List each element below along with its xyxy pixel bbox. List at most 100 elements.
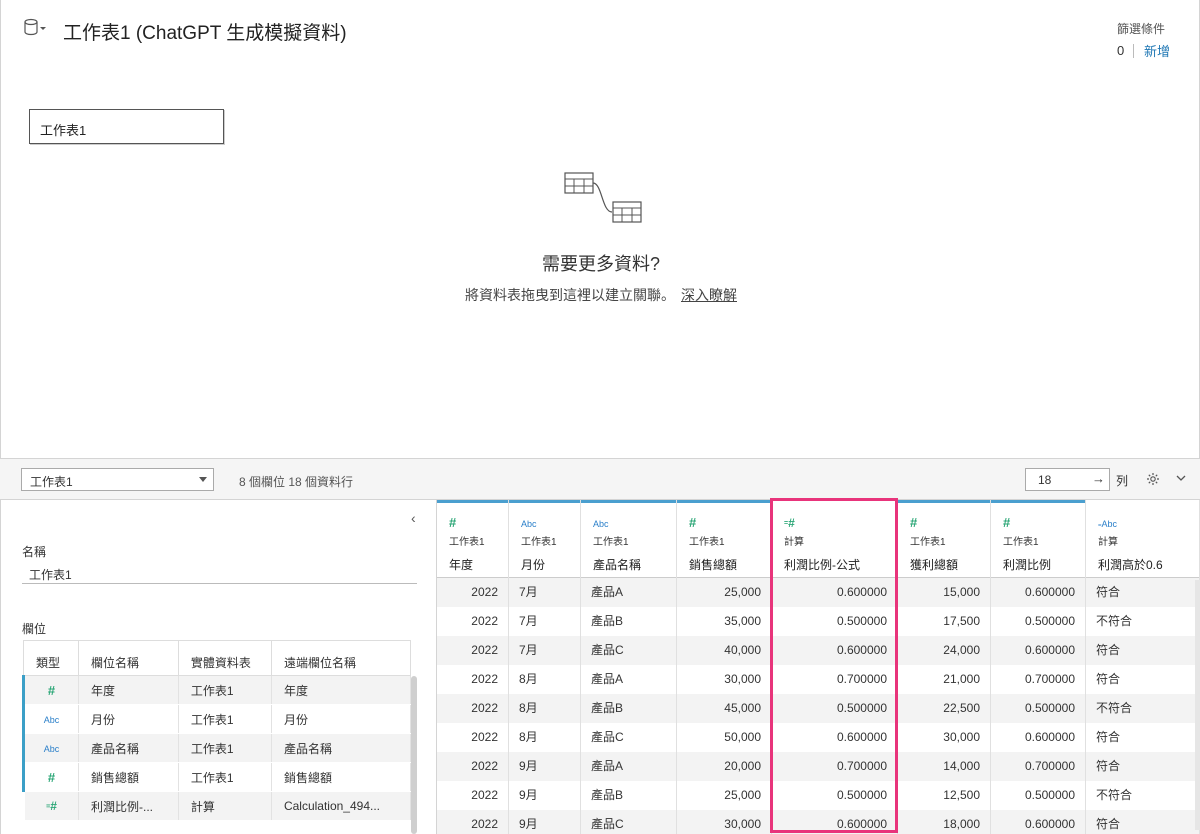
gear-icon[interactable]: [1146, 472, 1160, 486]
grid-cell: 0.700000: [772, 752, 897, 781]
add-filter-link[interactable]: 新增: [1144, 41, 1170, 60]
scrollbar[interactable]: [411, 676, 417, 834]
table-select-value: 工作表1: [30, 475, 73, 489]
remote-field: 年度: [271, 675, 412, 705]
grid-cell: 0.700000: [991, 752, 1085, 781]
column-name[interactable]: 銷售總額: [689, 556, 771, 573]
logical-table-chip[interactable]: 工作表1: [29, 109, 224, 144]
grid-toolbar: 工作表1 8 個欄位 18 個資料行 18 → 列: [0, 458, 1200, 500]
scrollbar[interactable]: [1195, 580, 1200, 830]
grid-cell: 22,500: [898, 694, 990, 723]
calculated-number-type-icon[interactable]: =#: [784, 515, 897, 531]
divider: [1133, 43, 1134, 58]
chevron-down-icon[interactable]: [1175, 472, 1187, 484]
drag-hint: 將資料表拖曳到這裡以建立關聯。 深入瞭解: [1, 285, 1200, 305]
table-row[interactable]: Abc 月份 工作表1 月份: [22, 704, 412, 734]
field-name[interactable]: 年度: [78, 675, 179, 705]
column-name[interactable]: 產品名稱: [593, 556, 676, 573]
column-header[interactable]: Abc 工作表1 月份: [509, 500, 580, 578]
data-source-title[interactable]: 工作表1 (ChatGPT 生成模擬資料): [63, 18, 347, 45]
data-grid: # 工作表1 年度 2022 2022 2022 2022 2022 2022 2022 2022 2…: [436, 500, 1200, 834]
grid-cell: 符合: [1086, 723, 1199, 752]
table-row[interactable]: # 銷售總額 工作表1 銷售總額: [22, 762, 412, 792]
column-header[interactable]: # 工作表1 銷售總額: [677, 500, 771, 578]
grid-cell: 17,500: [898, 607, 990, 636]
field-name[interactable]: 利潤比例-...: [78, 791, 179, 821]
physical-table: 工作表1: [178, 762, 272, 792]
grid-cell: 30,000: [677, 810, 771, 834]
arrow-right-icon[interactable]: →: [1092, 471, 1105, 486]
collapse-panel-icon[interactable]: ‹: [411, 510, 416, 526]
drag-hint-text: 將資料表拖曳到這裡以建立關聯。: [465, 287, 675, 303]
physical-table: 工作表1: [178, 704, 272, 734]
column-name[interactable]: 月份: [521, 556, 580, 573]
calculated-number-type-icon[interactable]: =#: [22, 791, 79, 821]
grid-cell: 產品C: [581, 723, 676, 752]
grid-cell: 2022: [437, 810, 508, 834]
grid-cell: 產品C: [581, 636, 676, 665]
learn-more-link[interactable]: 深入瞭解: [681, 287, 737, 303]
grid-cell: 0.500000: [772, 694, 897, 723]
grid-cell: 產品B: [581, 694, 676, 723]
string-type-icon[interactable]: Abc: [22, 704, 79, 734]
number-type-icon[interactable]: #: [1003, 515, 1085, 531]
grid-cell: 35,000: [677, 607, 771, 636]
rows-input[interactable]: 18 →: [1025, 468, 1110, 491]
grid-cell: 14,000: [898, 752, 990, 781]
field-name[interactable]: 銷售總額: [78, 762, 179, 792]
column-header-type[interactable]: 類型: [23, 640, 79, 676]
column-header[interactable]: # 工作表1 利潤比例: [991, 500, 1085, 578]
remote-field: 月份: [271, 704, 412, 734]
string-type-icon[interactable]: Abc: [521, 515, 580, 531]
table-row[interactable]: Abc 產品名稱 工作表1 產品名稱: [22, 733, 412, 763]
remote-field: Calculation_494...: [271, 791, 412, 821]
field-name[interactable]: 產品名稱: [78, 733, 179, 763]
database-icon[interactable]: [23, 18, 47, 38]
column-header-remote-field[interactable]: 遠端欄位名稱: [270, 640, 412, 676]
table-row[interactable]: # 年度 工作表1 年度: [22, 675, 412, 705]
grid-cell: 產品B: [581, 607, 676, 636]
column-header[interactable]: =# 計算 利潤比例-公式: [772, 500, 897, 578]
number-type-icon[interactable]: #: [689, 515, 771, 531]
fields-table: 類型 欄位名稱 實體資料表 遠端欄位名稱 # 年度 工作表1 年度 Abc 月份…: [22, 640, 412, 821]
table-select[interactable]: 工作表1: [21, 468, 214, 491]
column-header-field-name[interactable]: 欄位名稱: [78, 640, 179, 676]
column-header[interactable]: # 工作表1 獲利總額: [898, 500, 990, 578]
grid-cell: 15,000: [898, 578, 990, 607]
grid-column: =Abc 計算 利潤高於0.6 符合 不符合 符合 符合 不符合 符合 符合 不符合 符合: [1086, 500, 1200, 834]
grid-cell: 符合: [1086, 636, 1199, 665]
table-row[interactable]: =# 利潤比例-... 計算 Calculation_494...: [22, 791, 412, 821]
field-name[interactable]: 月份: [78, 704, 179, 734]
grid-cell: 8月: [509, 665, 580, 694]
number-type-icon[interactable]: #: [449, 515, 508, 531]
column-header-physical-table[interactable]: 實體資料表: [177, 640, 272, 676]
grid-cell: 30,000: [898, 723, 990, 752]
column-name[interactable]: 獲利總額: [910, 556, 990, 573]
rows-input-value: 18: [1038, 473, 1052, 487]
number-type-icon[interactable]: #: [22, 675, 79, 705]
grid-cell: 18,000: [898, 810, 990, 834]
column-name[interactable]: 利潤高於0.6: [1098, 556, 1199, 573]
grid-cell: 9月: [509, 810, 580, 834]
column-source: 計算: [1098, 537, 1118, 548]
table-name-field[interactable]: 工作表1: [22, 562, 417, 584]
column-name[interactable]: 利潤比例-公式: [784, 556, 897, 573]
grid-column: =# 計算 利潤比例-公式 0.600000 0.500000 0.600000 0.700…: [772, 500, 898, 834]
string-type-icon[interactable]: Abc: [593, 515, 676, 531]
column-header[interactable]: =Abc 計算利潤高於0.6: [1086, 500, 1199, 578]
column-header[interactable]: Abc 工作表1 產品名稱: [581, 500, 676, 578]
number-type-icon[interactable]: #: [22, 762, 79, 792]
column-name[interactable]: 年度: [449, 556, 508, 573]
string-type-icon[interactable]: Abc: [22, 733, 79, 763]
column-header[interactable]: # 工作表1 年度: [437, 500, 508, 578]
grid-cell: 9月: [509, 781, 580, 810]
column-source: 工作表1: [449, 537, 485, 548]
number-type-icon[interactable]: #: [910, 515, 990, 531]
grid-column: # 工作表1 利潤比例 0.600000 0.500000 0.600000 0.70000…: [991, 500, 1086, 834]
filter-count: 0: [1117, 43, 1125, 58]
column-name[interactable]: 利潤比例: [1003, 556, 1085, 573]
calculated-string-type-icon[interactable]: =Abc: [1098, 515, 1199, 531]
grid-cell: 0.600000: [991, 578, 1085, 607]
column-source: 工作表1: [1003, 537, 1039, 548]
grid-column: Abc 工作表1 月份 7月 7月 7月 8月 8月 8月 9月 9月 9月: [509, 500, 581, 834]
